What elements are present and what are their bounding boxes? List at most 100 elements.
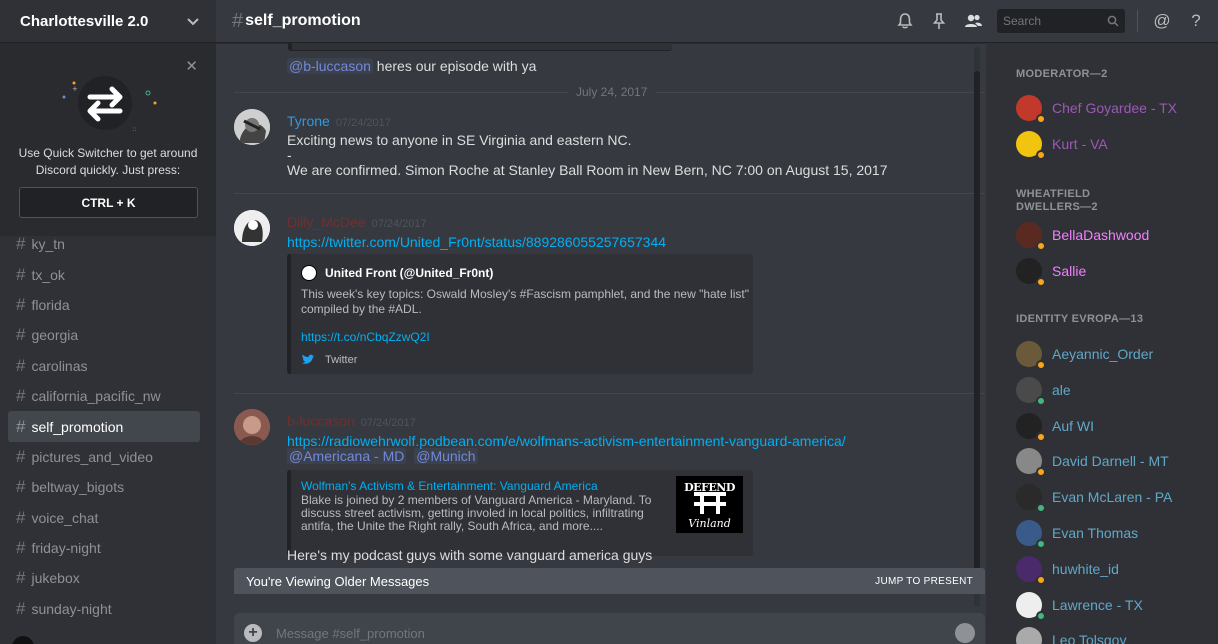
hash-icon: # — [16, 264, 26, 284]
channel-item-sunday-night[interactable]: # sunday-night — [8, 594, 200, 624]
avatar[interactable] — [234, 109, 270, 145]
help-icon[interactable]: ? — [1186, 11, 1206, 31]
avatar — [1016, 95, 1046, 124]
channel-item-voice_chat[interactable]: # voice_chat — [8, 503, 200, 533]
scrollbar[interactable] — [974, 47, 980, 607]
status-dot-icon — [1036, 610, 1046, 621]
member-item[interactable]: BellaDashwood — [1016, 220, 1212, 251]
channel-item-california_pacific_nw[interactable]: # california_pacific_nw — [8, 381, 200, 411]
channel-name: carolinas — [31, 357, 88, 374]
member-item[interactable]: Sallie — [1016, 256, 1212, 287]
avatar — [1016, 448, 1046, 478]
role-mention[interactable]: @Munich — [414, 448, 478, 464]
channel-item-friday-night[interactable]: # friday-night — [8, 533, 200, 563]
hash-icon: # — [16, 446, 26, 466]
avatar — [1016, 222, 1046, 251]
status-dot-icon — [1036, 241, 1046, 251]
podcast-link[interactable]: https://radiowehrwolf.podbean.com/e/wolf… — [287, 433, 846, 449]
channel-item-ky_tn[interactable]: # ky_tn — [8, 229, 200, 259]
embed-title-link[interactable]: Wolfman's Activism & Entertainment: Vang… — [301, 479, 598, 493]
hash-icon: # — [16, 325, 26, 345]
embed-author-name[interactable]: United Front (@United_Fr0nt) — [325, 266, 493, 280]
message-link[interactable]: https://radiowehrwolf.podbean.com/e/wolf… — [287, 434, 846, 449]
message-link[interactable]: https://twitter.com/United_Fr0nt/status/… — [287, 235, 666, 250]
pin-icon[interactable] — [929, 11, 949, 31]
message-composer: + Message #self_promotion — [234, 613, 985, 644]
username[interactable]: b-luccason — [287, 413, 355, 429]
channel-name: california_pacific_nw — [31, 388, 161, 405]
embed-description: Blake is joined by 2 members of Vanguard… — [301, 493, 652, 533]
avatar[interactable] — [234, 409, 270, 445]
member-item[interactable]: Evan McLaren - PA — [1016, 482, 1212, 514]
hash-icon: # — [16, 386, 26, 406]
avatar — [1016, 520, 1046, 549]
member-name: Sallie — [1052, 263, 1087, 279]
guild-header[interactable]: Charlottesville 2.0 — [0, 0, 216, 43]
embed-description: This week's key topics: Oswald Mosley's … — [301, 287, 749, 316]
member-item[interactable]: huwhite_id — [1016, 554, 1212, 585]
channel-item-jukebox[interactable]: # jukebox — [8, 563, 200, 593]
channel-name: sunday-night — [31, 600, 112, 617]
svg-text:::: :: — [132, 125, 137, 133]
search-input[interactable]: Search — [997, 9, 1125, 33]
member-item[interactable]: Auf WI — [1016, 411, 1212, 442]
quick-switcher-shortcut[interactable]: CTRL + K — [19, 187, 198, 218]
channel-hash-icon: # — [232, 9, 244, 32]
channel-name: beltway_bigots — [31, 479, 125, 496]
mentions-icon[interactable]: @ — [1152, 11, 1172, 31]
member-name: huwhite_id — [1052, 560, 1119, 577]
avatar — [1016, 627, 1042, 644]
member-group-title: WHEATFIELD DWELLERS—2 — [1016, 188, 1098, 213]
username[interactable]: Dilly_McDee — [287, 214, 366, 230]
status-dot-icon — [1036, 150, 1046, 160]
channel-item-carolinas[interactable]: # carolinas — [8, 351, 200, 381]
members-icon[interactable] — [963, 11, 983, 31]
svg-text:+: + — [72, 85, 78, 93]
member-item[interactable]: Chef Goyardee - TX — [1016, 93, 1212, 124]
member-item[interactable]: Leo Tolsgoy — [1016, 625, 1212, 644]
channel-item-florida[interactable]: # florida — [8, 290, 200, 320]
username[interactable]: Tyrone — [287, 113, 330, 129]
embed-thumbnail[interactable]: DEFEND Vinland — [676, 476, 743, 533]
channel-item-self_promotion[interactable]: # self_promotion — [8, 411, 200, 442]
avatar[interactable] — [234, 210, 270, 246]
member-item[interactable]: Evan Thomas — [1016, 518, 1212, 549]
channel-item-pictures_and_video[interactable]: # pictures_and_video — [8, 442, 200, 472]
member-item[interactable]: Kurt - VA — [1016, 129, 1212, 160]
channel-item-beltway_bigots[interactable]: # beltway_bigots — [8, 472, 200, 502]
upload-plus-icon[interactable]: + — [244, 624, 262, 642]
jump-to-present-button[interactable]: JUMP TO PRESENT — [875, 576, 973, 587]
close-icon[interactable]: ✕ — [185, 57, 198, 75]
chat-canvas: @b-luccason heres our episode with ya Ju… — [216, 43, 986, 644]
hash-icon: # — [16, 568, 26, 588]
user-mention[interactable]: @b-luccason — [287, 58, 373, 74]
channel-item-tx_ok[interactable]: # tx_ok — [8, 259, 200, 289]
channel-title: self_promotion — [245, 12, 361, 29]
member-item[interactable]: ale — [1016, 375, 1212, 406]
member-item[interactable]: Lawrence - TX — [1016, 590, 1212, 621]
role-mention[interactable]: @Americana - MD — [287, 448, 407, 464]
avatar — [1016, 376, 1046, 406]
tweet-link[interactable]: https://twitter.com/United_Fr0nt/status/… — [287, 234, 666, 250]
podcast-embed: Wolfman's Activism & Entertainment: Vang… — [287, 470, 753, 556]
short-link[interactable]: https://t.co/nCbqZzwQ2I — [301, 330, 430, 344]
prior-message: @b-luccason heres our episode with ya — [287, 58, 536, 74]
bell-icon[interactable] — [895, 11, 915, 31]
emoji-icon[interactable] — [955, 623, 975, 643]
avatar[interactable] — [12, 636, 34, 644]
toolbar-divider — [1137, 10, 1138, 32]
message-line: We are confirmed. Simon Roche at Stanley… — [287, 162, 888, 178]
search-placeholder: Search — [1003, 14, 1042, 28]
embed-author: United Front (@United_Fr0nt) — [301, 265, 493, 281]
status-dot-icon — [1036, 395, 1046, 406]
channel-name: florida — [31, 296, 70, 313]
hash-icon: # — [16, 355, 26, 375]
avatar — [1016, 591, 1046, 621]
channel-name: georgia — [31, 327, 79, 344]
scrollbar-thumb[interactable] — [974, 71, 980, 591]
channel-item-georgia[interactable]: # georgia — [8, 320, 200, 350]
member-item[interactable]: Aeyannic_Order — [1016, 339, 1212, 370]
status-dot-icon — [1036, 114, 1046, 124]
message-input[interactable]: Message #self_promotion — [276, 626, 955, 641]
member-item[interactable]: David Darnell - MT — [1016, 446, 1212, 478]
